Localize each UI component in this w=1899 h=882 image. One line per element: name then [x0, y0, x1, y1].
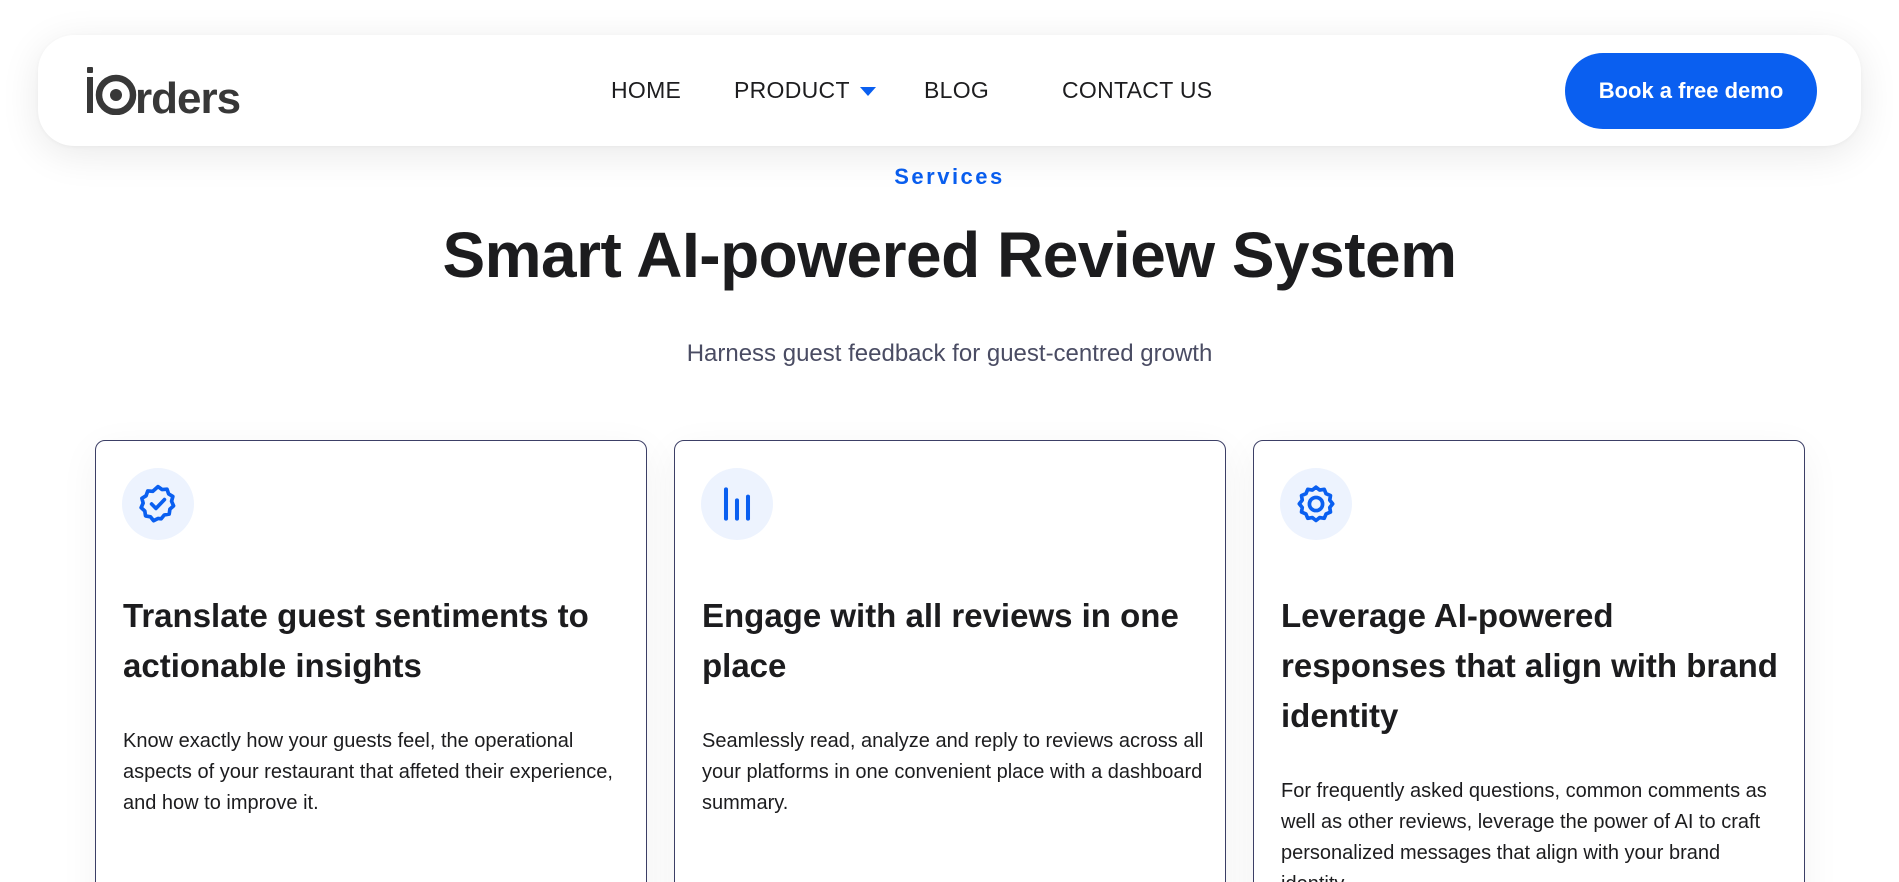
- page-title: Smart AI-powered Review System: [442, 219, 1457, 291]
- card-title: Engage with all reviews in one place: [702, 597, 1179, 684]
- section-eyebrow: Services: [894, 164, 1005, 189]
- top-navbar: rders HOME PRODUCT BLOG CONTACT US Book …: [38, 35, 1861, 146]
- nav-product-label: PRODUCT: [734, 77, 850, 103]
- card-title: Translate guest sentiments to actionable…: [123, 597, 589, 684]
- nav-home-link[interactable]: HOME: [611, 77, 681, 104]
- nav-product-link[interactable]: PRODUCT: [734, 77, 876, 104]
- verified-badge-icon: [122, 468, 194, 540]
- card-description: For frequently asked questions, common c…: [1281, 780, 1767, 882]
- feature-card-insights: Translate guest sentiments to actionable…: [95, 440, 647, 882]
- settings-gear-icon: [1280, 468, 1352, 540]
- card-description: Seamlessly read, analyze and reply to re…: [702, 730, 1204, 814]
- page: rders HOME PRODUCT BLOG CONTACT US Book …: [0, 0, 1899, 882]
- book-demo-button[interactable]: Book a free demo: [1565, 53, 1817, 129]
- feature-card-reviews: Engage with all reviews in one place Sea…: [674, 440, 1226, 882]
- nav-blog-link[interactable]: BLOG: [924, 77, 989, 104]
- page-subtitle: Harness guest feedback for guest-centred…: [686, 340, 1213, 367]
- card-title: Leverage AI-powered responses that align…: [1281, 597, 1778, 734]
- caret-down-icon: [859, 87, 876, 96]
- card-description: Know exactly how your guests feel, the o…: [123, 730, 613, 814]
- nav-contact-link[interactable]: CONTACT US: [1062, 77, 1212, 104]
- bar-chart-icon: [701, 468, 773, 540]
- feature-card-ai-responses: Leverage AI-powered responses that align…: [1253, 440, 1805, 882]
